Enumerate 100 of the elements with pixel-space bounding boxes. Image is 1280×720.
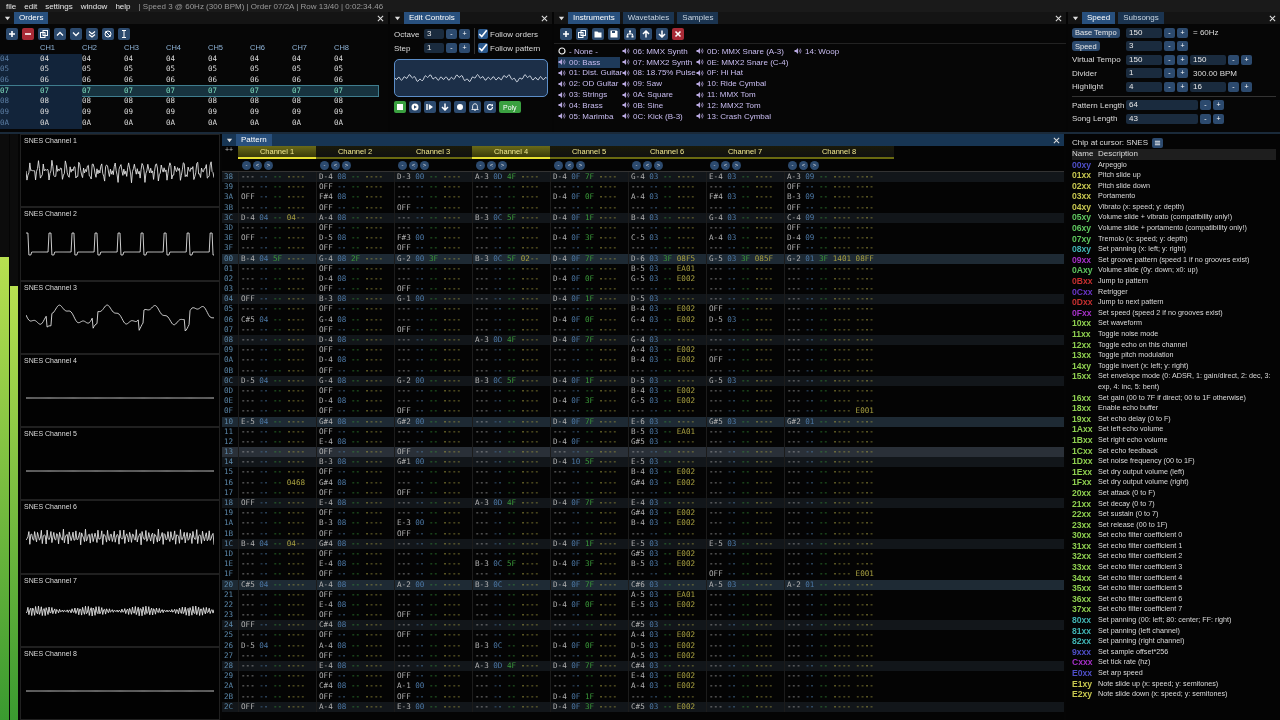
menu-button[interactable] bbox=[1152, 137, 1164, 148]
instrument-item[interactable]: 13: Crash Cymbal bbox=[696, 110, 792, 122]
repeat-icon bbox=[486, 103, 494, 111]
instrument-item[interactable]: 08: 18.75% Pulse bbox=[622, 67, 694, 79]
transport-button[interactable] bbox=[454, 101, 466, 113]
instrument-item[interactable]: 01: Dist. Guitar bbox=[558, 67, 620, 79]
instrument-item[interactable]: 00: Bass bbox=[558, 56, 620, 68]
instrument-item[interactable]: 07: MMX2 Synth bbox=[622, 56, 694, 68]
panel-tab[interactable]: Samples bbox=[677, 12, 719, 24]
instrument-item[interactable]: 0C: Kick (B-3) bbox=[622, 110, 694, 122]
number-field[interactable]: 1 bbox=[1126, 68, 1162, 79]
record-icon bbox=[456, 103, 464, 111]
toolbar-button[interactable] bbox=[656, 28, 668, 40]
effect-code: 22xx bbox=[1072, 509, 1093, 520]
instrument-item[interactable]: 11: MMX Tom bbox=[696, 89, 792, 100]
toolbar-button[interactable] bbox=[6, 28, 18, 40]
toolbar-button[interactable] bbox=[576, 28, 588, 40]
instrument-item[interactable]: 06: MMX Synth bbox=[622, 46, 694, 57]
menu-item[interactable]: file bbox=[6, 1, 17, 11]
transport-button[interactable] bbox=[484, 101, 496, 113]
collapse-icon[interactable] bbox=[558, 14, 565, 22]
panel-tab[interactable]: Instruments bbox=[568, 12, 620, 24]
effect-code: E0xx bbox=[1072, 668, 1094, 679]
transport-button[interactable] bbox=[394, 101, 406, 113]
instrument-item[interactable]: 09: Saw bbox=[622, 78, 694, 90]
toolbar-button[interactable] bbox=[86, 28, 98, 40]
toolbar-button[interactable] bbox=[640, 28, 652, 40]
effect-code: 34xx bbox=[1072, 572, 1093, 584]
close-icon[interactable] bbox=[377, 14, 384, 22]
number-field[interactable]: 43 bbox=[1126, 113, 1198, 124]
number-field[interactable]: 1 bbox=[424, 43, 444, 53]
close-icon[interactable] bbox=[1269, 14, 1276, 22]
panel-tab[interactable]: Subsongs bbox=[1118, 12, 1164, 24]
toolbar-button[interactable] bbox=[38, 28, 50, 40]
instrument-item[interactable]: 14: Woop bbox=[794, 46, 854, 57]
effect-code: 81xx bbox=[1072, 625, 1093, 637]
instrument-item[interactable]: 04: Brass bbox=[558, 100, 620, 111]
instrument-item[interactable]: 03: Strings bbox=[558, 89, 620, 100]
close-icon[interactable] bbox=[541, 14, 548, 22]
effect-code: 11xx bbox=[1072, 329, 1092, 340]
toolbar-button[interactable] bbox=[608, 28, 620, 40]
toolbar-button[interactable] bbox=[672, 28, 684, 40]
toolbar-button[interactable] bbox=[54, 28, 66, 40]
speaker-icon bbox=[558, 58, 566, 67]
effect-code: E2xy bbox=[1072, 689, 1094, 700]
checkbox[interactable] bbox=[478, 43, 488, 53]
effect-code: 9xxx bbox=[1072, 646, 1093, 658]
menu-item[interactable]: edit bbox=[24, 1, 38, 11]
close-icon[interactable] bbox=[1053, 136, 1060, 144]
number-field[interactable]: 4 bbox=[1126, 81, 1162, 92]
checkbox-label: Follow orders bbox=[490, 29, 538, 39]
arrow-down-icon bbox=[658, 30, 666, 38]
instrument-item[interactable]: 10: Ride Cymbal bbox=[696, 78, 792, 90]
number-field[interactable]: 3 bbox=[1126, 41, 1162, 52]
number-field[interactable]: 150 bbox=[1126, 27, 1162, 38]
toolbar-button[interactable] bbox=[22, 28, 34, 40]
number-field[interactable]: 64 bbox=[1126, 100, 1198, 111]
transport-button[interactable] bbox=[409, 101, 421, 113]
effect-code: 15xx bbox=[1072, 371, 1093, 384]
collapse-icon[interactable] bbox=[1072, 14, 1079, 22]
number-field[interactable]: 3 bbox=[424, 29, 444, 39]
toolbar-button[interactable] bbox=[70, 28, 82, 40]
transport-button[interactable] bbox=[469, 101, 481, 113]
effect-code: 0Bxx bbox=[1072, 276, 1094, 287]
panel-tab[interactable]: Orders bbox=[14, 12, 49, 24]
instrument-item[interactable]: 0B: Sine bbox=[622, 100, 694, 111]
number-field[interactable]: 150 bbox=[1190, 54, 1226, 65]
toolbar-button[interactable] bbox=[118, 28, 130, 40]
collapse-icon[interactable] bbox=[394, 14, 401, 22]
instrument-item[interactable]: 0D: MMX Snare (A-3) bbox=[696, 46, 792, 57]
effect-code: 08xy bbox=[1072, 244, 1093, 255]
instrument-item[interactable]: 05: Marimba bbox=[558, 110, 620, 122]
collapse-icon[interactable] bbox=[4, 14, 11, 22]
collapse-icon[interactable] bbox=[226, 136, 233, 144]
transport-button[interactable] bbox=[439, 101, 451, 113]
panel-tab[interactable]: Edit Controls bbox=[404, 12, 460, 24]
instrument-item[interactable]: 12: MMX2 Tom bbox=[696, 100, 792, 111]
status-text: | Speed 3 @ 60Hz (300 BPM) | Order 07/2A | Row 13/40 | 0:02:34.46 bbox=[138, 1, 384, 11]
menu-item[interactable]: settings bbox=[45, 1, 73, 11]
column-header: Description bbox=[1098, 149, 1138, 160]
toolbar-button[interactable] bbox=[102, 28, 114, 40]
effect-code: 1Dxx bbox=[1072, 456, 1094, 467]
instrument-item[interactable]: 0A: Square bbox=[622, 89, 694, 100]
instrument-item[interactable]: 02: OD Guitar bbox=[558, 78, 620, 90]
number-field[interactable]: 16 bbox=[1190, 81, 1226, 92]
number-field[interactable]: 150 bbox=[1126, 54, 1162, 65]
toolbar-button[interactable] bbox=[592, 28, 604, 40]
instrument-item[interactable]: 0E: MMX2 Snare (C-4) bbox=[696, 56, 792, 68]
panel-tab[interactable]: Speed bbox=[1082, 12, 1116, 24]
instrument-item[interactable]: - None - bbox=[558, 46, 620, 57]
transport-button[interactable] bbox=[424, 101, 436, 113]
instrument-item[interactable]: 0F: Hi Hat bbox=[696, 67, 792, 79]
toolbar-button[interactable] bbox=[560, 28, 572, 40]
toolbar-button[interactable] bbox=[624, 28, 636, 40]
close-icon[interactable] bbox=[1055, 14, 1062, 22]
panel-tab[interactable]: Pattern bbox=[236, 134, 272, 146]
checkbox[interactable] bbox=[478, 29, 488, 39]
panel-tab[interactable]: Wavetables bbox=[622, 12, 675, 24]
menu-item[interactable]: help bbox=[115, 1, 131, 11]
menu-item[interactable]: window bbox=[80, 1, 108, 11]
